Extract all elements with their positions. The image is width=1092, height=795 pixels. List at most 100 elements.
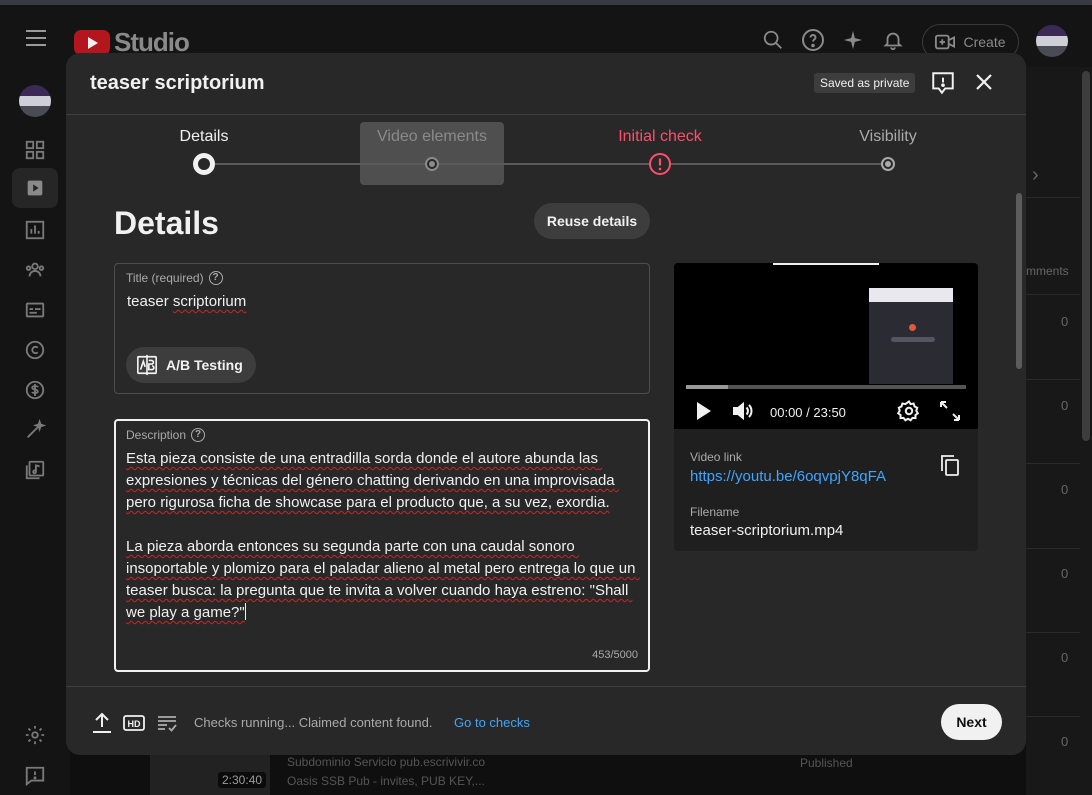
channel-avatar[interactable] [19,85,51,117]
video-duration: 2:30:40 [218,772,267,788]
close-icon[interactable] [971,70,997,96]
comments-column-header: mments [1026,264,1069,278]
video-row-status: Published [800,756,853,770]
video-top-bar [773,263,879,265]
upload-stepper: Details Video elements Initial check Vis… [66,115,1026,185]
checks-list-icon[interactable] [155,711,179,735]
menu-icon[interactable] [26,30,46,46]
video-link-label: Video link [690,450,742,464]
search-icon[interactable] [760,27,786,53]
video-time: 00:00 / 23:50 [770,405,846,420]
video-controls: 00:00 / 23:50 [674,394,978,429]
description-field[interactable]: Description ? Esta pieza consiste de una… [114,419,650,672]
step-pending-icon [881,157,895,171]
video-player[interactable]: 00:00 / 23:50 [674,263,978,429]
reuse-details-button[interactable]: Reuse details [534,203,650,239]
comments-count: 0 [1061,398,1069,413]
title-field[interactable]: Title (required) ? teaser scriptorium A/… [114,263,650,394]
chevron-right-icon[interactable]: › [1032,164,1039,187]
sparkle-icon[interactable] [840,27,866,53]
help-icon[interactable]: ? [208,271,223,285]
dialog-header: teaser scriptorium Saved as private [66,53,1026,115]
upload-icon[interactable] [90,711,114,735]
send-feedback-icon[interactable] [22,763,48,789]
title-input[interactable]: teaser scriptorium [127,293,246,310]
upload-details-dialog: teaser scriptorium Saved as private Deta… [66,53,1026,755]
text-cursor [244,603,246,620]
studio-sidebar [0,67,70,795]
video-progress-bar[interactable] [686,385,966,389]
video-progress-fill [686,385,728,389]
description-textarea[interactable]: Esta pieza consiste de una entradilla so… [126,448,638,624]
create-button-label: Create [963,34,1006,50]
hd-icon[interactable]: HD [122,711,146,735]
dialog-scrollbar-thumb[interactable] [1016,193,1022,369]
page-scrollbar-thumb[interactable] [1082,71,1090,441]
ab-testing-button[interactable]: A/B Testing [126,347,256,383]
comments-count: 0 [1061,734,1069,749]
content-icon[interactable] [12,168,58,208]
fullscreen-icon[interactable] [938,399,962,423]
saved-status-badge: Saved as private [814,73,916,93]
customization-icon[interactable] [22,417,48,443]
account-avatar[interactable] [1036,25,1068,57]
step-label: Visibility [859,128,917,145]
video-metadata: Video link https://youtu.be/6oqvpjY8qFA … [674,429,978,551]
step-label: Initial check [618,128,702,145]
video-preview-card: 00:00 / 23:50 Video link https://youtu.b… [674,263,978,551]
step-label: Details [179,128,229,145]
comments-count: 0 [1061,314,1069,329]
settings-icon[interactable] [22,722,48,748]
help-icon[interactable]: ? [191,428,206,442]
title-field-label-row: Title (required) ? [126,271,223,285]
video-link[interactable]: https://youtu.be/6oqvpjY8qFA [690,468,886,485]
description-field-label: Description [126,428,187,442]
help-icon[interactable] [800,27,826,53]
ab-testing-label: A/B Testing [166,357,243,373]
audio-library-icon[interactable] [22,457,48,483]
comments-count: 0 [1061,482,1069,497]
video-row-title: Subdominio Servicio pub.escrivivir.co [287,755,486,769]
notifications-icon[interactable] [880,27,906,53]
step-current-icon [193,153,215,175]
subtitles-icon[interactable] [22,297,48,323]
topbar-icons [760,27,906,53]
ab-testing-icon [137,354,157,376]
youtube-logo-icon [74,30,110,55]
filename-label: Filename [690,505,740,519]
video-add-icon [935,34,956,50]
step-pending-icon [425,157,439,171]
stepper-track [204,163,888,165]
volume-icon[interactable] [731,399,755,423]
description-field-label-row: Description ? [126,428,206,442]
background-video-row: 2:30:40 Subdominio Servicio pub.escriviv… [150,752,530,795]
step-label: Video elements [377,128,487,145]
go-to-checks-link[interactable]: Go to checks [454,715,530,730]
comments-count: 0 [1061,566,1069,581]
feedback-icon[interactable] [930,70,956,96]
analytics-icon[interactable] [22,217,48,243]
title-field-label: Title (required) [126,271,204,285]
description-paragraph-1: Esta pieza consiste de una entradilla so… [126,450,619,511]
community-icon[interactable] [22,257,48,283]
play-icon[interactable] [691,399,715,423]
page-scrollbar[interactable] [1080,67,1092,795]
dashboard-icon[interactable] [22,137,48,163]
video-frame-content [869,288,953,384]
video-row-description: Oasis SSB Pub - invites, PUB KEY,... [287,774,485,788]
earn-icon[interactable] [22,377,48,403]
filename-value: teaser-scriptorium.mp4 [690,522,844,539]
section-heading: Details [114,205,219,241]
title-text-flagged: scriptorium [172,293,247,310]
checks-status: Checks running... Claimed content found. [194,715,433,730]
settings-gear-icon[interactable] [897,399,921,423]
character-counter: 453/5000 [592,649,638,661]
copy-icon[interactable] [938,453,962,477]
description-paragraph-2: La pieza aborda entonces su segunda part… [126,538,640,621]
title-text: teaser [127,293,173,310]
details-form: Details Reuse details Title (required) ?… [66,185,1026,685]
svg-text:HD: HD [128,719,141,729]
copyright-icon[interactable] [22,337,48,363]
dialog-title: teaser scriptorium [90,72,265,94]
next-button[interactable]: Next [941,704,1002,740]
